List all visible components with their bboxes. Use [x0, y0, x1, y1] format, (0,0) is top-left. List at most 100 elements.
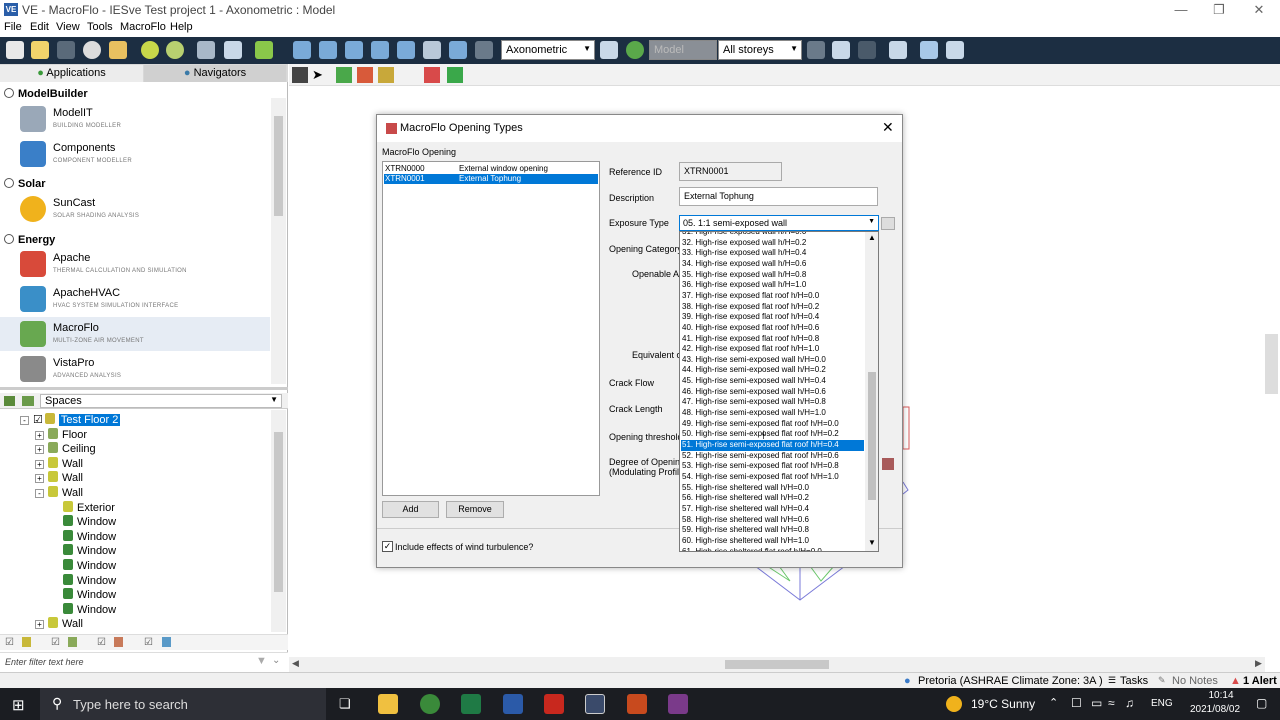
model-select[interactable]: Model: [649, 40, 717, 60]
tab-navigators[interactable]: ● Navigators: [144, 65, 286, 82]
dropdown-option[interactable]: 33. High-rise exposed wall h/H=0.4: [681, 248, 864, 259]
tree-node[interactable]: + Wall: [35, 471, 83, 485]
dropdown-option[interactable]: 31. High-rise exposed wall h/H=0.0: [681, 232, 864, 238]
windows-start-icon[interactable]: ⊞: [12, 696, 25, 714]
menu-edit[interactable]: Edit: [30, 21, 49, 33]
north-icon[interactable]: [889, 41, 907, 59]
opening-row[interactable]: XTRN0000 External window opening: [384, 164, 598, 174]
splitter[interactable]: [0, 387, 288, 390]
zoom-out-icon[interactable]: [397, 41, 415, 59]
menu-tools[interactable]: Tools: [87, 21, 113, 33]
apps-scrollbar[interactable]: [271, 98, 286, 384]
scroll-thumb[interactable]: [868, 372, 876, 500]
sun-icon[interactable]: [141, 41, 159, 59]
excel-icon[interactable]: [461, 694, 481, 714]
section-energy[interactable]: Energy: [4, 234, 55, 246]
gear-sun-icon[interactable]: [166, 41, 184, 59]
tree-node[interactable]: Window: [50, 544, 116, 558]
dropdown-option[interactable]: 42. High-rise exposed flat roof h/H=1.0: [681, 344, 864, 355]
query-icon[interactable]: [378, 67, 394, 83]
zoom-in-icon[interactable]: [371, 41, 389, 59]
expand-icon[interactable]: +: [35, 430, 44, 440]
dropdown-option[interactable]: 61. High-rise sheltered flat roof h/H=0.…: [681, 547, 864, 552]
dropdown-option[interactable]: 48. High-rise semi-exposed wall h/H=1.0: [681, 408, 864, 419]
export-icon[interactable]: [447, 67, 463, 83]
tree-node[interactable]: Window: [50, 573, 116, 588]
dropdown-option[interactable]: 44. High-rise semi-exposed wall h/H=0.2: [681, 365, 864, 376]
disc-icon[interactable]: [83, 41, 101, 59]
chevron-up-icon[interactable]: ⌃: [1049, 696, 1058, 709]
tree-node[interactable]: - ☑ Test Floor 2: [20, 413, 121, 427]
close-icon[interactable]: ✕: [882, 119, 894, 136]
tree-node[interactable]: + Wall: [35, 456, 83, 471]
menu-macroflo[interactable]: MacroFlo: [120, 21, 166, 33]
profile-icon[interactable]: [882, 458, 894, 470]
clock-date[interactable]: 2021/08/02: [1190, 704, 1240, 715]
canvas-hscrollbar[interactable]: ◀ ▶: [289, 657, 1265, 672]
up-arrow-icon[interactable]: [807, 41, 825, 59]
zoom-icon[interactable]: [293, 41, 311, 59]
tree-node[interactable]: Window: [50, 559, 116, 573]
section-solar[interactable]: Solar: [4, 178, 46, 190]
spaces-select[interactable]: Spaces ▼: [40, 394, 282, 408]
app-components[interactable]: Components COMPONENT MODELLER: [0, 137, 270, 171]
checkbox-icon[interactable]: ☑: [97, 637, 106, 648]
dropdown-option[interactable]: 32. High-rise exposed wall h/H=0.2: [681, 238, 864, 249]
rotate-icon[interactable]: [449, 41, 467, 59]
taskbar-search[interactable]: ⚲ Type here to search: [40, 688, 326, 720]
minimize-icon[interactable]: —: [1166, 2, 1196, 18]
dropdown-option[interactable]: 58. High-rise sheltered wall h/H=0.6: [681, 515, 864, 526]
dropdown-option[interactable]: 47. High-rise semi-exposed wall h/H=0.8: [681, 397, 864, 408]
edit-exposure-icon[interactable]: [881, 217, 895, 230]
menu-file[interactable]: File: [4, 21, 22, 33]
tree-node[interactable]: + Ceiling: [35, 442, 96, 456]
tree-node[interactable]: + Wall: [35, 617, 83, 631]
dropdown-option[interactable]: 55. High-rise sheltered wall h/H=0.0: [681, 483, 864, 494]
tree-node[interactable]: Window: [50, 529, 116, 544]
orbit-icon[interactable]: [475, 41, 493, 59]
layers-icon[interactable]: [255, 41, 273, 59]
pan-icon[interactable]: [423, 41, 441, 59]
description-field[interactable]: External Tophung: [679, 187, 878, 206]
dropdown-option[interactable]: 57. High-rise sheltered wall h/H=0.4: [681, 504, 864, 515]
expand-icon[interactable]: +: [35, 620, 44, 630]
expand-icon[interactable]: +: [35, 445, 44, 455]
wifi-icon[interactable]: ≈: [1108, 696, 1115, 710]
zoom-extents-icon[interactable]: [345, 41, 363, 59]
tree-node[interactable]: Window: [50, 515, 116, 529]
filter-field[interactable]: Enter filter text here ▼ ⌄: [0, 652, 288, 672]
remove-button[interactable]: Remove: [446, 501, 504, 518]
dropdown-option[interactable]: 41. High-rise exposed flat roof h/H=0.8: [681, 334, 864, 345]
tools-icon[interactable]: [946, 41, 964, 59]
dropdown-scrollbar[interactable]: ▲ ▼: [865, 232, 878, 551]
dropdown-option[interactable]: 40. High-rise exposed flat roof h/H=0.6: [681, 323, 864, 334]
alerts-status[interactable]: 1 Alert: [1243, 675, 1277, 687]
menu-view[interactable]: View: [56, 21, 80, 33]
app-suncast[interactable]: SunCast SOLAR SHADING ANALYSIS: [0, 192, 270, 226]
dropdown-option[interactable]: 39. High-rise exposed flat roof h/H=0.4: [681, 312, 864, 323]
scroll-right-icon[interactable]: ▶: [1255, 658, 1262, 669]
building-icon[interactable]: [197, 41, 215, 59]
dropdown-option[interactable]: 38. High-rise exposed flat roof h/H=0.2: [681, 302, 864, 313]
assign-icon[interactable]: [336, 67, 352, 83]
grid-icon[interactable]: [224, 41, 242, 59]
scroll-left-icon[interactable]: ◀: [292, 658, 299, 669]
dropdown-option[interactable]: 59. High-rise sheltered wall h/H=0.8: [681, 525, 864, 536]
checkbox-icon[interactable]: ☑: [33, 414, 43, 426]
network-icon[interactable]: ☐: [1071, 696, 1082, 710]
exposure-type-select[interactable]: 05. 1:1 semi-exposed wall ▼: [679, 215, 879, 231]
view-select[interactable]: Axonometric ▼: [501, 40, 595, 60]
dropdown-option[interactable]: 50. High-rise semi-exposed flat roof h/H…: [681, 429, 864, 440]
notes-status[interactable]: No Notes: [1172, 675, 1218, 687]
tasks-status[interactable]: Tasks: [1120, 675, 1148, 687]
canvas-vscroll-thumb[interactable]: [1265, 334, 1278, 394]
save-icon[interactable]: [57, 41, 75, 59]
scroll-thumb[interactable]: [274, 432, 283, 592]
chevron-down-icon[interactable]: ⌄: [272, 655, 280, 666]
weather-text[interactable]: 19°C Sunny: [971, 697, 1035, 711]
add-button[interactable]: Add: [382, 501, 439, 518]
tree-node[interactable]: Window: [50, 602, 116, 617]
dropdown-option[interactable]: 46. High-rise semi-exposed wall h/H=0.6: [681, 387, 864, 398]
word-icon[interactable]: [503, 694, 523, 714]
language-indicator[interactable]: ENG: [1151, 698, 1173, 709]
